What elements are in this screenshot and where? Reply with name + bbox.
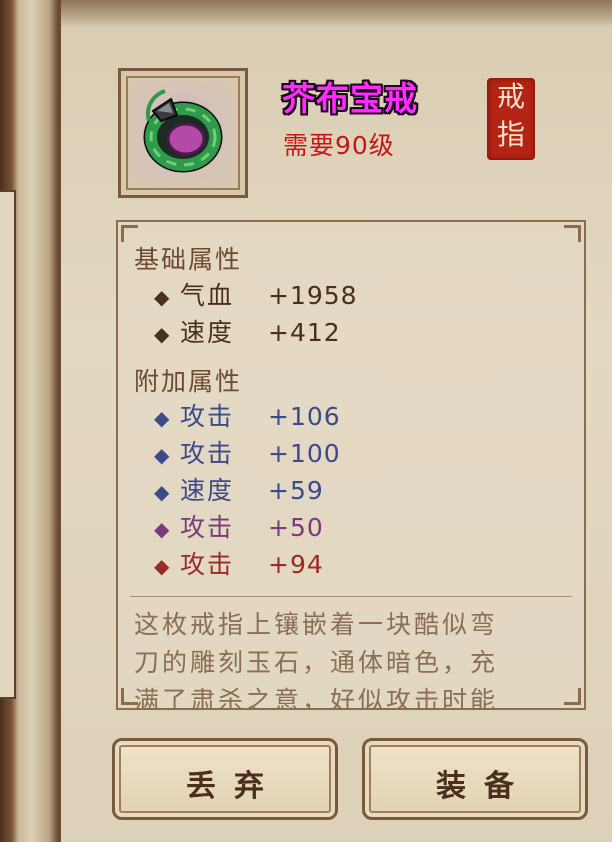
diamond-bullet-icon: ◆ [154, 406, 170, 430]
attribute-label: 攻击 [180, 439, 235, 468]
diamond-bullet-icon: ◆ [154, 517, 170, 541]
item-name: 芥布宝戒 [282, 79, 418, 118]
book-left-page-edge [0, 190, 16, 699]
attribute-value: +106 [268, 402, 341, 431]
attribute-row: ◆ 攻击 +50 [154, 512, 324, 544]
book-spine [0, 0, 58, 842]
description-line: 满了肃杀之意，好似攻击时能 [134, 686, 499, 710]
attribute-row: ◆ 速度 +59 [154, 475, 324, 507]
item-description[interactable]: 这枚戒指上镶嵌着一块酷似弯 刀的雕刻玉石，通体暗色，充 满了肃杀之意，好似攻击时… [134, 606, 574, 710]
diamond-bullet-icon: ◆ [154, 285, 170, 309]
attribute-label: 攻击 [180, 550, 235, 579]
attribute-label: 攻击 [180, 513, 235, 542]
attribute-panel: 基础属性 ◆ 气血 +1958 ◆ 速度 +412 附加属性 ◆ 攻击 +106 ◆ 攻击 +1… [116, 220, 586, 710]
diamond-bullet-icon: ◆ [154, 554, 170, 578]
jade-ring-icon [143, 89, 223, 173]
seal-char-2: 指 [496, 118, 525, 151]
equip-button[interactable]: 装备 [362, 738, 588, 820]
attribute-label: 速度 [180, 318, 235, 347]
seal-char-1: 戒 [496, 80, 525, 113]
diamond-bullet-icon: ◆ [154, 322, 170, 346]
equip-button-label: 装备 [436, 769, 532, 804]
section-divider [130, 596, 572, 597]
attribute-row: ◆ 攻击 +94 [154, 549, 324, 581]
attribute-value: +50 [268, 513, 324, 542]
attribute-value: +94 [268, 550, 324, 579]
diamond-bullet-icon: ◆ [154, 443, 170, 467]
panel-corner-ornament [564, 225, 581, 242]
attribute-value: +412 [268, 318, 341, 347]
attribute-row: ◆ 速度 +412 [154, 317, 341, 349]
discard-button-label: 丢弃 [186, 769, 282, 804]
discard-button[interactable]: 丢弃 [112, 738, 338, 820]
item-level-requirement: 需要90级 [283, 131, 395, 160]
attribute-row: ◆ 气血 +1958 [154, 280, 358, 312]
attribute-value: +100 [268, 439, 341, 468]
diamond-bullet-icon: ◆ [154, 480, 170, 504]
attribute-value: +59 [268, 476, 324, 505]
description-line: 刀的雕刻玉石，通体暗色，充 [134, 648, 499, 677]
attribute-row: ◆ 攻击 +106 [154, 401, 341, 433]
base-attributes-title: 基础属性 [134, 245, 243, 274]
attribute-label: 速度 [180, 476, 235, 505]
attribute-label: 攻击 [180, 402, 235, 431]
attribute-value: +1958 [268, 281, 358, 310]
attribute-label: 气血 [180, 281, 235, 310]
item-type-seal: 戒 指 [487, 78, 535, 160]
extra-attributes-title: 附加属性 [134, 367, 243, 396]
attribute-row: ◆ 攻击 +100 [154, 438, 341, 470]
description-line: 这枚戒指上镶嵌着一块酷似弯 [134, 610, 499, 639]
item-icon-frame [118, 68, 248, 198]
